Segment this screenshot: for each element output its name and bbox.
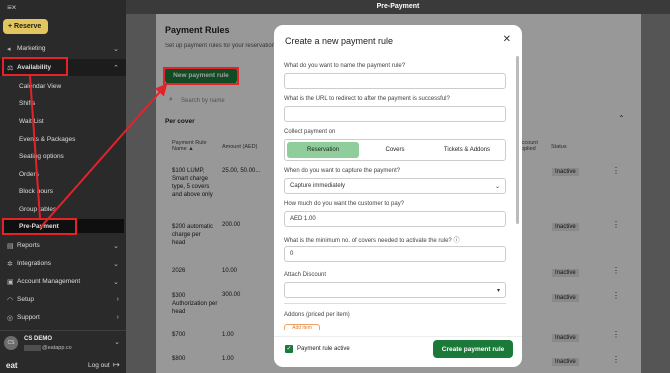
collect-payment-label: Collect payment on (284, 129, 336, 135)
divider (284, 303, 506, 304)
min-covers-label: What is the minimum no. of covers needed… (284, 235, 459, 244)
collect-payment-segmented: Reservation Covers Tickets & Addons (284, 139, 506, 161)
caret-down-icon: ▾ (496, 287, 500, 294)
close-icon[interactable]: ✕ (503, 34, 511, 45)
min-covers-value: 0 (290, 251, 294, 257)
amount-input[interactable]: AED 1.00 (284, 211, 506, 227)
modal-title: Create a new payment rule (285, 36, 394, 46)
addons-label: Addons (priced per item) (284, 312, 350, 318)
modal-scrollbar[interactable] (516, 56, 519, 224)
min-covers-label-text: What is the minimum no. of covers needed… (284, 238, 452, 244)
rule-name-input[interactable] (284, 73, 506, 89)
discount-select[interactable]: ▾ (284, 282, 506, 298)
currency-prefix: AED (290, 216, 303, 222)
rule-name-label: What do you want to name the payment rul… (284, 63, 406, 69)
capture-when-value: Capture immediately (290, 183, 346, 189)
option-tickets-addons[interactable]: Tickets & Addons (431, 142, 503, 158)
redirect-url-label: What is the URL to redirect to after the… (284, 96, 450, 102)
amount-label: How much do you want the customer to pay… (284, 201, 405, 207)
redirect-url-input[interactable] (284, 106, 506, 122)
active-checkbox[interactable]: ✓ (285, 345, 293, 353)
add-item-button[interactable]: Add item (284, 324, 320, 330)
info-icon[interactable]: ⓘ (453, 238, 459, 244)
min-covers-input[interactable]: 0 (284, 246, 506, 262)
create-payment-rule-modal: Create a new payment rule ✕ What do you … (274, 25, 522, 367)
active-label: Payment rule active (297, 346, 350, 352)
capture-when-label: When do you want to capture the payment? (284, 168, 401, 174)
discount-label: Attach Discount (284, 272, 327, 278)
option-covers[interactable]: Covers (359, 142, 431, 158)
modal-footer: ✓ Payment rule active Create payment rul… (274, 336, 522, 367)
create-payment-rule-button[interactable]: Create payment rule (433, 340, 513, 358)
chevron-down-icon: ⌄ (494, 183, 500, 190)
option-reservation[interactable]: Reservation (287, 142, 359, 158)
amount-value: 1.00 (304, 216, 316, 222)
capture-when-select[interactable]: Capture immediately ⌄ (284, 178, 506, 194)
